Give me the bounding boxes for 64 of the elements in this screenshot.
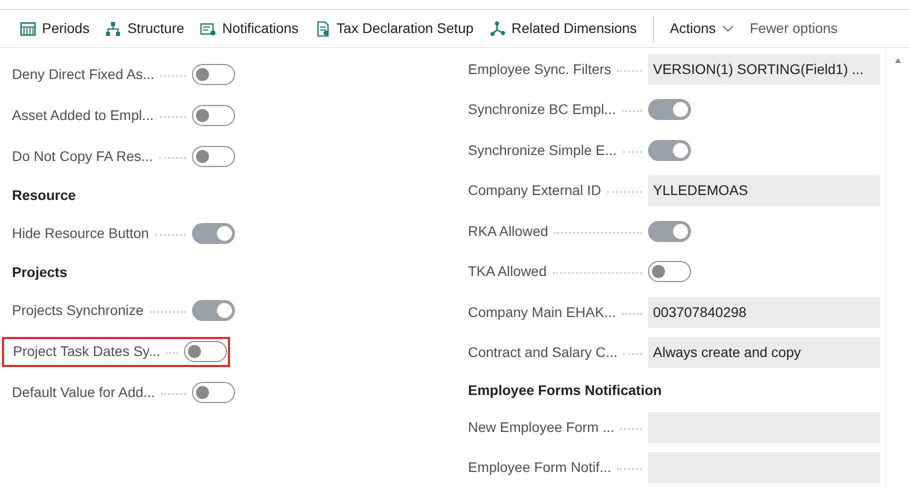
scroll-up-icon[interactable] [894, 58, 900, 63]
field-label: Deny Direct Fixed As... [12, 65, 154, 84]
field-label: TKA Allowed [468, 262, 547, 282]
field-label: Asset Added to Empl... [12, 106, 154, 125]
toggle-switch[interactable] [192, 105, 235, 126]
toggle-switch[interactable] [192, 146, 235, 167]
toolbar-action[interactable]: Related Dimensions [490, 18, 637, 39]
toggle-switch[interactable] [184, 341, 227, 362]
chevron-down-icon [722, 25, 734, 32]
toggle-switch[interactable] [192, 382, 235, 403]
leader-dots [622, 110, 642, 112]
field-label: Do Not Copy FA Res... [12, 147, 153, 166]
leader-dots [617, 70, 642, 72]
input-field[interactable]: Always create and copy [648, 337, 880, 368]
leader-dots [160, 75, 186, 77]
toolbar-action[interactable]: Periods [20, 18, 90, 39]
document-icon [314, 20, 331, 36]
notification-icon [200, 20, 216, 36]
section-heading: Projects [12, 262, 68, 282]
leader-dots [158, 157, 186, 159]
section-heading: Employee Forms Notification [468, 380, 663, 400]
field-label: Default Value for Add... [12, 383, 155, 402]
fewer-options-link[interactable]: Fewer options [750, 18, 838, 39]
grid-icon [20, 20, 36, 36]
toolbar-action[interactable]: Structure [105, 18, 184, 39]
leader-dots [150, 311, 186, 313]
toggle-switch[interactable] [648, 99, 691, 120]
toggle-switch[interactable] [648, 220, 691, 242]
toggle-switch[interactable] [192, 223, 235, 244]
actions-menu[interactable]: Actions [670, 18, 734, 39]
leader-dots [160, 116, 186, 118]
leader-dots [166, 352, 178, 354]
leader-dots [620, 428, 642, 430]
toggle-switch[interactable] [192, 64, 235, 85]
leader-dots [154, 234, 186, 236]
toggle-switch[interactable] [648, 261, 691, 282]
toggle-switch[interactable] [648, 140, 691, 161]
field-label: New Employee Form ... [468, 418, 614, 437]
field-label: Projects Synchronize [12, 301, 144, 320]
input-field[interactable]: VERSION(1) SORTING(Field1) ... [648, 54, 880, 85]
branch-icon [490, 20, 506, 36]
field-label: Company External ID [468, 181, 602, 200]
toolbar-action[interactable]: Notifications [200, 18, 299, 39]
leader-dots [622, 150, 642, 153]
leader-dots [623, 353, 642, 356]
field-label: Contract and Salary C... [468, 343, 618, 362]
field-label: Hide Resource Button [12, 224, 149, 243]
field-label: Employee Sync. Filters [468, 60, 612, 79]
leader-dots [622, 312, 642, 315]
field-label: Project Task Dates Sy... [13, 342, 160, 361]
input-field[interactable]: 003707840298 [648, 296, 880, 328]
toggle-switch[interactable] [192, 300, 235, 321]
field-label: Employee Form Notif... [468, 458, 612, 478]
field-label: Synchronize BC Empl... [468, 100, 616, 120]
leader-dots [160, 393, 186, 395]
leader-dots [617, 468, 642, 470]
leader-dots [607, 191, 642, 194]
input-field[interactable]: YLLEDEMOAS [648, 175, 880, 206]
field-label: Company Main EHAK... [468, 302, 616, 322]
field-label: RKA Allowed [468, 222, 548, 241]
section-heading: Resource [12, 186, 77, 204]
toolbar-action[interactable]: Tax Declaration Setup [314, 18, 474, 39]
field-label: Synchronize Simple E... [468, 140, 617, 160]
hierarchy-icon [105, 20, 122, 36]
